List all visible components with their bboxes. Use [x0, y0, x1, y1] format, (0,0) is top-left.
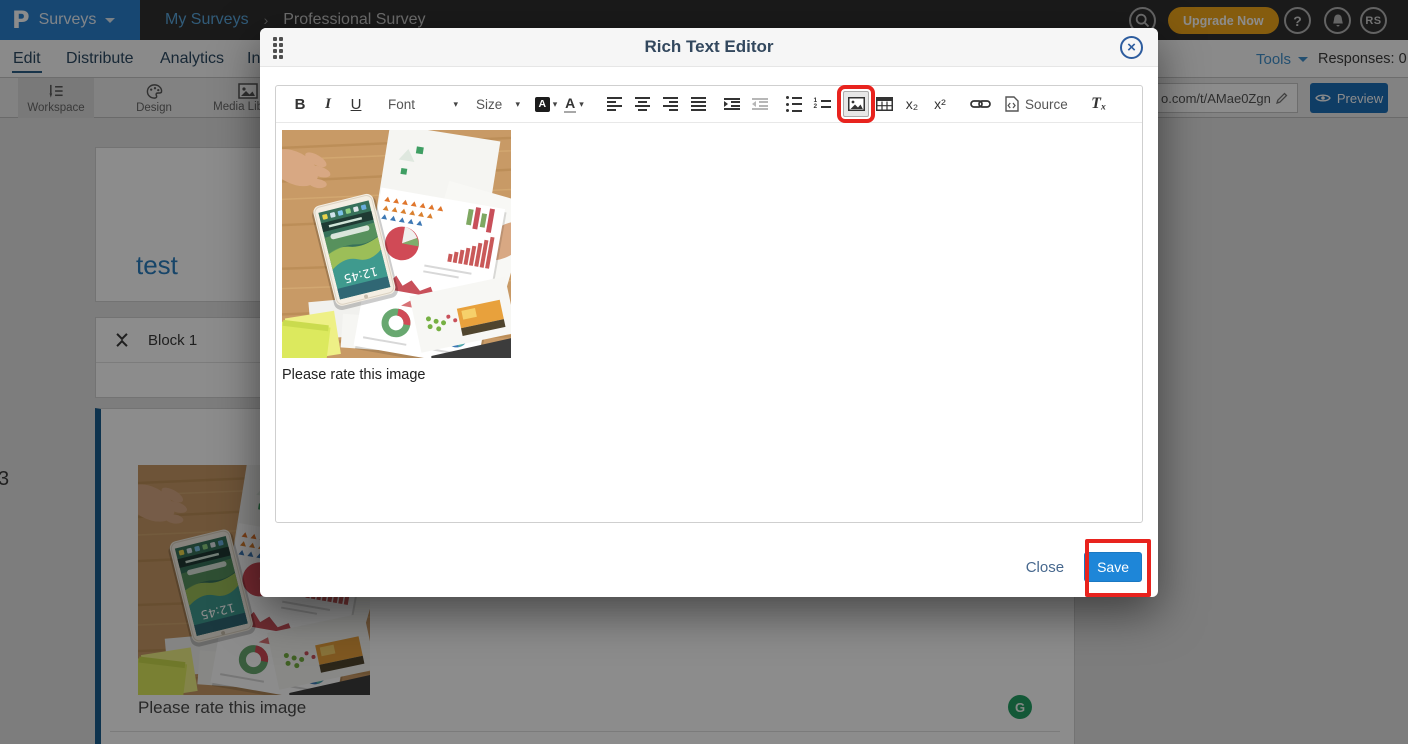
image-icon — [848, 97, 865, 111]
chevron-down-icon: ▾ — [579, 99, 584, 110]
chevron-down-icon: ▾ — [515, 99, 520, 110]
align-center-icon — [635, 97, 650, 111]
bulleted-list-button[interactable] — [781, 91, 807, 117]
close-button[interactable]: Close — [1026, 559, 1064, 576]
outdent-icon — [752, 98, 768, 111]
subscript-button[interactable]: x₂ — [899, 91, 925, 117]
app-window: P Surveys My Surveys › Professional Surv… — [0, 0, 1408, 744]
numbered-list-icon — [814, 99, 831, 110]
remove-format-button[interactable]: Tₓ — [1086, 91, 1112, 117]
editor-text[interactable]: Please rate this image — [282, 367, 1136, 383]
font-dropdown[interactable]: Font ▾ — [383, 91, 463, 117]
modal-footer: Close Save — [1026, 552, 1142, 582]
align-left-icon — [607, 97, 622, 111]
chevron-down-icon: ▾ — [553, 99, 558, 110]
italic-button[interactable]: I — [315, 91, 341, 117]
align-justify-button[interactable] — [685, 91, 711, 117]
modal-title: Rich Text Editor — [260, 28, 1158, 66]
increase-indent-button[interactable] — [719, 91, 745, 117]
numbered-list-button[interactable] — [809, 91, 835, 117]
superscript-button[interactable]: x² — [927, 91, 953, 117]
modal-header: Rich Text Editor × — [260, 28, 1158, 67]
table-icon — [876, 97, 893, 111]
text-color-icon: A — [564, 95, 576, 113]
align-left-button[interactable] — [601, 91, 627, 117]
background-color-button[interactable]: A ▾ — [533, 91, 559, 117]
link-icon — [970, 98, 991, 110]
text-color-button[interactable]: A ▾ — [561, 91, 587, 117]
source-button[interactable]: Source — [1001, 91, 1072, 117]
editor-toolbar: B I U Font ▾ Size ▾ A ▾ — [276, 86, 1142, 123]
chevron-down-icon: ▾ — [453, 99, 458, 110]
align-right-icon — [663, 97, 678, 111]
rich-text-editor-modal: Rich Text Editor × B I U Font ▾ Size ▾ — [260, 28, 1158, 597]
decrease-indent-button[interactable] — [747, 91, 773, 117]
indent-icon — [724, 98, 740, 111]
close-icon[interactable]: × — [1120, 36, 1143, 59]
underline-button[interactable]: U — [343, 91, 369, 117]
insert-table-button[interactable] — [871, 91, 897, 117]
align-right-button[interactable] — [657, 91, 683, 117]
source-label: Source — [1025, 97, 1068, 112]
save-button[interactable]: Save — [1084, 552, 1142, 582]
bold-button[interactable]: B — [287, 91, 313, 117]
insert-image-button[interactable] — [843, 91, 869, 117]
source-code-icon — [1005, 96, 1019, 112]
size-label: Size — [476, 97, 502, 112]
rich-text-editor: B I U Font ▾ Size ▾ A ▾ — [275, 85, 1143, 523]
font-label: Font — [388, 97, 415, 112]
align-justify-icon — [691, 97, 706, 111]
size-dropdown[interactable]: Size ▾ — [471, 91, 525, 117]
editor-content[interactable]: Please rate this image — [276, 123, 1142, 390]
editor-photo[interactable] — [282, 130, 511, 358]
align-center-button[interactable] — [629, 91, 655, 117]
bulleted-list-icon — [786, 96, 802, 113]
background-color-icon: A — [535, 97, 550, 112]
insert-link-button[interactable] — [967, 91, 993, 117]
